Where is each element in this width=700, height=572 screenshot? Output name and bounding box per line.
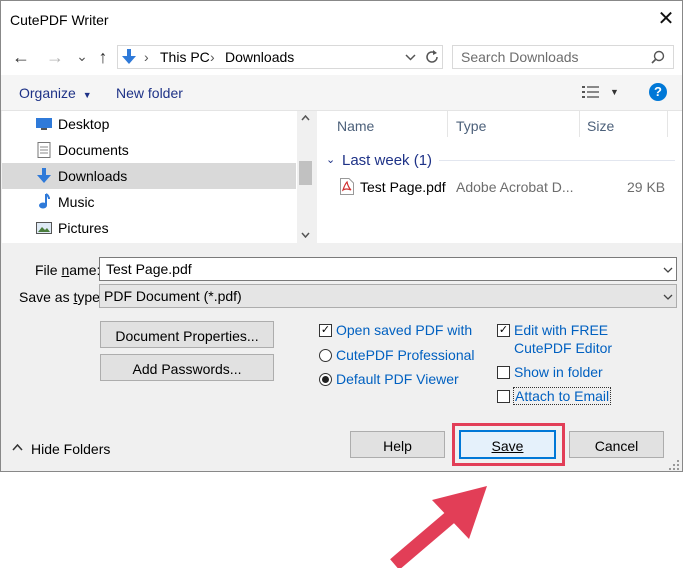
breadcrumb-separator: › — [210, 49, 215, 65]
cancel-button[interactable]: Cancel — [569, 431, 664, 458]
group-collapse-chevron-icon[interactable]: ⌄ — [326, 153, 335, 166]
music-icon — [39, 193, 50, 209]
organize-menu[interactable]: Organize ▼ — [19, 85, 92, 101]
save-dialog: CutePDF Writer ✕ ← → ⌄ ↑ › This PC › Dow… — [0, 0, 683, 472]
recent-locations-chevron-icon[interactable]: ⌄ — [75, 47, 89, 65]
sidebar-item-label: Documents — [58, 142, 129, 158]
resize-grip-icon[interactable] — [669, 460, 679, 470]
up-arrow-icon[interactable]: ↑ — [95, 48, 111, 66]
file-name-label: File name: — [35, 262, 101, 278]
group-header-last-week[interactable]: Last week (1) — [342, 152, 432, 169]
sidebar-item-desktop[interactable]: Desktop — [2, 111, 296, 137]
document-properties-label: Document Properties... — [115, 328, 259, 344]
file-size-cell: 29 KB — [627, 179, 666, 195]
forward-arrow-icon[interactable]: → — [45, 48, 65, 66]
save-type-select[interactable]: PDF Document (*.pdf) — [99, 284, 677, 308]
edit-with-free-label-line1[interactable]: Edit with FREE — [514, 322, 608, 338]
column-divider — [579, 111, 580, 137]
edit-with-free-label-line2[interactable]: CutePDF Editor — [514, 340, 612, 356]
help-icon[interactable]: ? — [649, 83, 667, 101]
search-input[interactable]: Search Downloads — [461, 49, 579, 65]
default-pdf-viewer-label[interactable]: Default PDF Viewer — [336, 371, 459, 387]
column-header-type[interactable]: Type — [456, 118, 486, 134]
new-folder-button[interactable]: New folder — [116, 85, 183, 101]
scroll-up-icon[interactable] — [301, 115, 310, 121]
breadcrumb-separator: › — [144, 49, 149, 65]
downloads-icon — [37, 168, 51, 183]
sidebar-item-label: Pictures — [58, 220, 109, 236]
column-header-size[interactable]: Size — [587, 118, 614, 134]
address-dropdown-chevron-icon[interactable] — [405, 54, 416, 61]
default-pdf-viewer-radio[interactable] — [319, 373, 332, 386]
show-in-folder-label[interactable]: Show in folder — [514, 364, 603, 380]
desktop-icon — [36, 118, 52, 130]
command-toolbar: Organize ▼ New folder ▼ ? — [1, 75, 682, 111]
file-list: Name Type Size ⌄ Last week (1) Test Page… — [317, 111, 682, 243]
attach-to-email-checkbox[interactable] — [497, 390, 510, 403]
address-bar[interactable]: › This PC › Downloads — [117, 45, 443, 69]
back-arrow-icon[interactable]: ← — [11, 48, 31, 66]
refresh-icon[interactable] — [424, 49, 440, 65]
hide-folders-chevron-icon[interactable] — [12, 444, 23, 451]
help-label: Help — [383, 438, 412, 454]
column-divider — [667, 111, 668, 137]
scroll-down-icon[interactable] — [301, 232, 310, 238]
view-dropdown-icon[interactable]: ▼ — [610, 87, 619, 97]
add-passwords-button[interactable]: Add Passwords... — [100, 354, 274, 381]
save-type-dropdown-chevron-icon[interactable] — [663, 294, 673, 300]
column-header-name[interactable]: Name — [337, 118, 374, 134]
file-name-field[interactable]: Test Page.pdf — [99, 257, 677, 281]
document-properties-button[interactable]: Document Properties... — [100, 321, 274, 348]
search-icon[interactable] — [651, 50, 665, 64]
downloads-folder-icon — [122, 49, 136, 64]
group-divider — [439, 160, 675, 161]
window-title: CutePDF Writer — [10, 12, 109, 28]
open-saved-pdf-label[interactable]: Open saved PDF with — [336, 322, 472, 338]
folder-tree-scrollbar[interactable] — [297, 111, 314, 243]
sidebar-item-documents[interactable]: Documents — [2, 137, 296, 163]
close-icon[interactable]: ✕ — [656, 9, 676, 29]
help-button[interactable]: Help — [350, 431, 445, 458]
save-button[interactable]: Save — [459, 430, 556, 459]
table-row[interactable]: Test Page.pdf Adobe Acrobat D... 29 KB — [317, 175, 667, 199]
cutepdf-professional-radio[interactable] — [319, 349, 332, 362]
sidebar-item-label: Downloads — [58, 168, 128, 184]
view-options-icon[interactable] — [582, 85, 600, 99]
show-in-folder-checkbox[interactable] — [497, 366, 510, 379]
folder-tree: Desktop Documents Downloads Music Pictur… — [2, 111, 314, 243]
file-type-cell: Adobe Acrobat D... — [456, 179, 574, 195]
sidebar-item-music[interactable]: Music — [2, 189, 296, 215]
edit-with-free-checkbox[interactable]: ✓ — [497, 324, 510, 337]
open-saved-pdf-checkbox[interactable]: ✓ — [319, 324, 332, 337]
add-passwords-label: Add Passwords... — [132, 361, 242, 377]
organize-dropdown-icon: ▼ — [82, 90, 92, 100]
sidebar-item-label: Desktop — [58, 116, 110, 132]
file-name-cell: Test Page.pdf — [360, 179, 446, 195]
save-label: Save — [491, 438, 524, 454]
organize-label: Organize — [19, 85, 76, 101]
annotation-arrow-icon — [390, 486, 487, 568]
save-type-value: PDF Document (*.pdf) — [104, 288, 242, 304]
sidebar-item-downloads[interactable]: Downloads — [2, 163, 296, 189]
save-type-label: Save as type: — [19, 289, 104, 305]
file-name-value[interactable]: Test Page.pdf — [106, 261, 192, 277]
scrollbar-thumb[interactable] — [299, 161, 312, 185]
title-bar: CutePDF Writer ✕ — [1, 1, 682, 39]
column-divider — [447, 111, 448, 137]
sidebar-item-label: Music — [58, 194, 95, 210]
sidebar-item-pictures[interactable]: Pictures — [2, 215, 296, 241]
pictures-icon — [36, 222, 52, 234]
file-name-dropdown-chevron-icon[interactable] — [663, 267, 673, 273]
breadcrumb-this-pc[interactable]: This PC — [160, 49, 210, 65]
documents-icon — [37, 142, 51, 158]
cancel-label: Cancel — [594, 438, 639, 454]
pdf-file-icon — [340, 178, 354, 195]
breadcrumb-downloads[interactable]: Downloads — [225, 49, 294, 65]
attach-to-email-label[interactable]: Attach to Email — [513, 387, 612, 405]
cutepdf-professional-label[interactable]: CutePDF Professional — [336, 347, 475, 363]
hide-folders-button[interactable]: Hide Folders — [31, 441, 110, 457]
search-box[interactable]: Search Downloads — [452, 45, 674, 69]
